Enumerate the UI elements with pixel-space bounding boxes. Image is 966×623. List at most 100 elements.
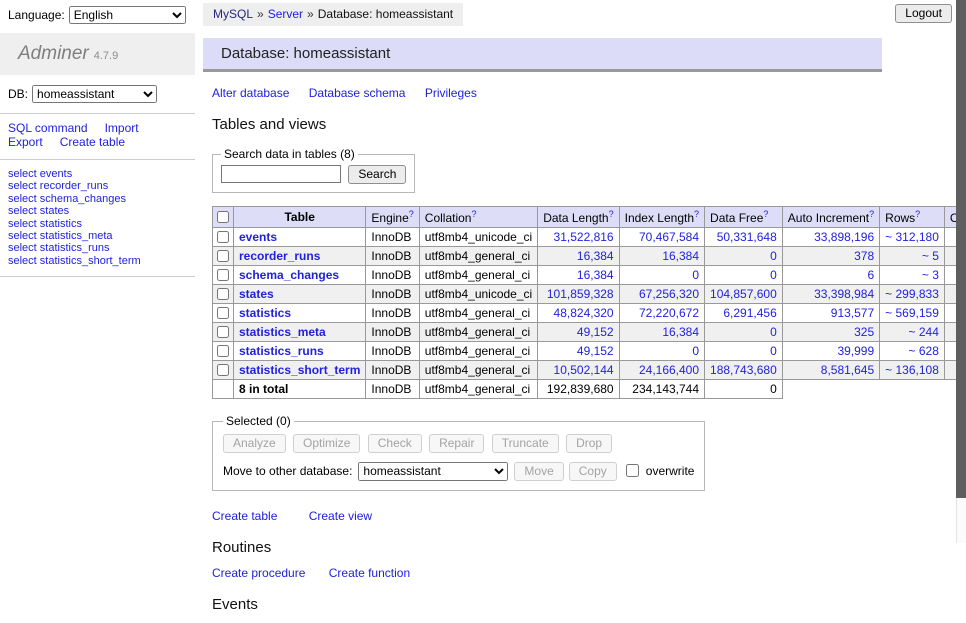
index-length-cell: 24,166,400: [619, 361, 704, 380]
total-blank-cell: [782, 380, 879, 399]
table-name-link[interactable]: events: [239, 230, 277, 244]
language-select[interactable]: English: [69, 6, 186, 24]
table-name-link[interactable]: statistics_runs: [239, 344, 324, 358]
rows-count-cell: ~ 299,833: [880, 285, 945, 304]
move-db-select[interactable]: homeassistant: [358, 462, 508, 481]
auto-increment-cell: 6: [782, 266, 879, 285]
adminer-logo-name: Adminer: [18, 43, 89, 64]
rows-hint-link[interactable]: ?: [915, 209, 920, 219]
selected-fieldset: Selected (0) Analyze Optimize Check Repa…: [212, 414, 705, 491]
sidebar-item-select-schema-changes[interactable]: select schema_changes: [8, 193, 187, 205]
row-checkbox[interactable]: [217, 250, 229, 262]
search-input[interactable]: [221, 165, 341, 183]
table-name-link[interactable]: recorder_runs: [239, 249, 320, 263]
logout-button[interactable]: Logout: [895, 4, 952, 23]
scrollbar-thumb[interactable]: [956, 0, 966, 498]
sidebar-item-select-events[interactable]: select events: [8, 168, 187, 180]
table-name-link[interactable]: statistics: [239, 306, 291, 320]
row-checkbox[interactable]: [217, 288, 229, 300]
total-collation-cell: utf8mb4_general_ci: [419, 380, 537, 399]
engine-hint-link[interactable]: ?: [409, 209, 414, 219]
table-name-link[interactable]: schema_changes: [239, 268, 339, 282]
overwrite-checkbox[interactable]: [626, 464, 639, 477]
column-header-label: Engine: [371, 211, 408, 225]
alter-database-link[interactable]: Alter database: [212, 86, 289, 100]
table-name-cell: statistics_short_term: [234, 361, 366, 380]
sidebar-item-select-statistics[interactable]: select statistics: [8, 218, 187, 230]
selected-legend: Selected (0): [223, 414, 294, 428]
table-name-link[interactable]: statistics_short_term: [239, 363, 360, 377]
table-header-row: Table Engine? Collation? Data Length? In…: [213, 207, 966, 228]
table-name-link[interactable]: states: [239, 287, 274, 301]
create-procedure-link[interactable]: Create procedure: [212, 566, 305, 580]
optimize-button[interactable]: Optimize: [293, 434, 360, 453]
table-row: events InnoDB utf8mb4_unicode_ci 31,522,…: [213, 228, 966, 247]
column-header-data-length: Data Length?: [538, 207, 619, 228]
privileges-link[interactable]: Privileges: [425, 86, 477, 100]
row-checkbox[interactable]: [217, 326, 229, 338]
sidebar-item-select-statistics-short-term[interactable]: select statistics_short_term: [8, 255, 187, 267]
create-table-link[interactable]: Create table: [212, 509, 277, 523]
database-schema-link[interactable]: Database schema: [309, 86, 406, 100]
analyze-button[interactable]: Analyze: [223, 434, 286, 453]
scrollbar-track[interactable]: [956, 0, 966, 543]
sidebar-item-select-statistics-runs[interactable]: select statistics_runs: [8, 242, 187, 254]
data-free-cell: 188,743,680: [705, 361, 783, 380]
collation-cell: utf8mb4_general_ci: [419, 247, 537, 266]
create-function-link[interactable]: Create function: [329, 566, 410, 580]
move-button[interactable]: Move: [514, 462, 563, 481]
index-length-hint-link[interactable]: ?: [694, 209, 699, 219]
collation-hint-link[interactable]: ?: [471, 209, 476, 219]
row-checkbox[interactable]: [217, 269, 229, 281]
create-table-link-side[interactable]: Create table: [60, 135, 125, 149]
import-link[interactable]: Import: [105, 121, 139, 135]
column-header-table: Table: [234, 207, 366, 228]
row-checkbox-cell: [213, 304, 234, 323]
engine-cell: InnoDB: [366, 304, 419, 323]
row-checkbox[interactable]: [217, 231, 229, 243]
sidebar-item-select-recorder-runs[interactable]: select recorder_runs: [8, 180, 187, 192]
data-free-cell: 0: [705, 342, 783, 361]
check-button[interactable]: Check: [368, 434, 422, 453]
column-header-data-free: Data Free?: [705, 207, 783, 228]
truncate-button[interactable]: Truncate: [492, 434, 559, 453]
table-row: schema_changes InnoDB utf8mb4_general_ci…: [213, 266, 966, 285]
auto-increment-cell: 39,999: [782, 342, 879, 361]
data-length-cell: 16,384: [538, 266, 619, 285]
collation-cell: utf8mb4_general_ci: [419, 361, 537, 380]
column-header-label: Auto Increment: [788, 211, 869, 225]
sidebar-item-select-statistics-meta[interactable]: select statistics_meta: [8, 230, 187, 242]
copy-button[interactable]: Copy: [569, 462, 617, 481]
row-checkbox-cell: [213, 266, 234, 285]
column-header-rows: Rows?: [880, 207, 945, 228]
data-free-hint-link[interactable]: ?: [763, 209, 768, 219]
column-header-label: Rows: [885, 211, 915, 225]
rows-count-cell: ~ 312,180: [880, 228, 945, 247]
repair-button[interactable]: Repair: [429, 434, 484, 453]
collation-cell: utf8mb4_general_ci: [419, 266, 537, 285]
row-checkbox[interactable]: [217, 364, 229, 376]
collation-cell: utf8mb4_unicode_ci: [419, 228, 537, 247]
breadcrumb-server-link[interactable]: Server: [268, 7, 303, 21]
db-select[interactable]: homeassistant: [32, 85, 157, 103]
select-all-checkbox[interactable]: [217, 211, 229, 223]
create-links: Create table Create view: [212, 509, 942, 523]
sql-command-link[interactable]: SQL command: [8, 121, 88, 135]
sidebar-item-select-states[interactable]: select states: [8, 205, 187, 217]
rows-count-cell: ~ 244: [880, 323, 945, 342]
row-checkbox[interactable]: [217, 345, 229, 357]
row-checkbox-cell: [213, 285, 234, 304]
search-button[interactable]: Search: [348, 165, 406, 184]
drop-button[interactable]: Drop: [566, 434, 612, 453]
data-length-hint-link[interactable]: ?: [609, 209, 614, 219]
data-length-cell: 31,522,816: [538, 228, 619, 247]
export-link[interactable]: Export: [8, 135, 43, 149]
create-view-link[interactable]: Create view: [309, 509, 372, 523]
table-row: statistics InnoDB utf8mb4_general_ci 48,…: [213, 304, 966, 323]
table-name-link[interactable]: statistics_meta: [239, 325, 326, 339]
auto-increment-hint-link[interactable]: ?: [869, 209, 874, 219]
row-checkbox-cell: [213, 323, 234, 342]
index-length-cell: 0: [619, 266, 704, 285]
routine-links: Create procedure Create function: [212, 566, 942, 580]
row-checkbox[interactable]: [217, 307, 229, 319]
